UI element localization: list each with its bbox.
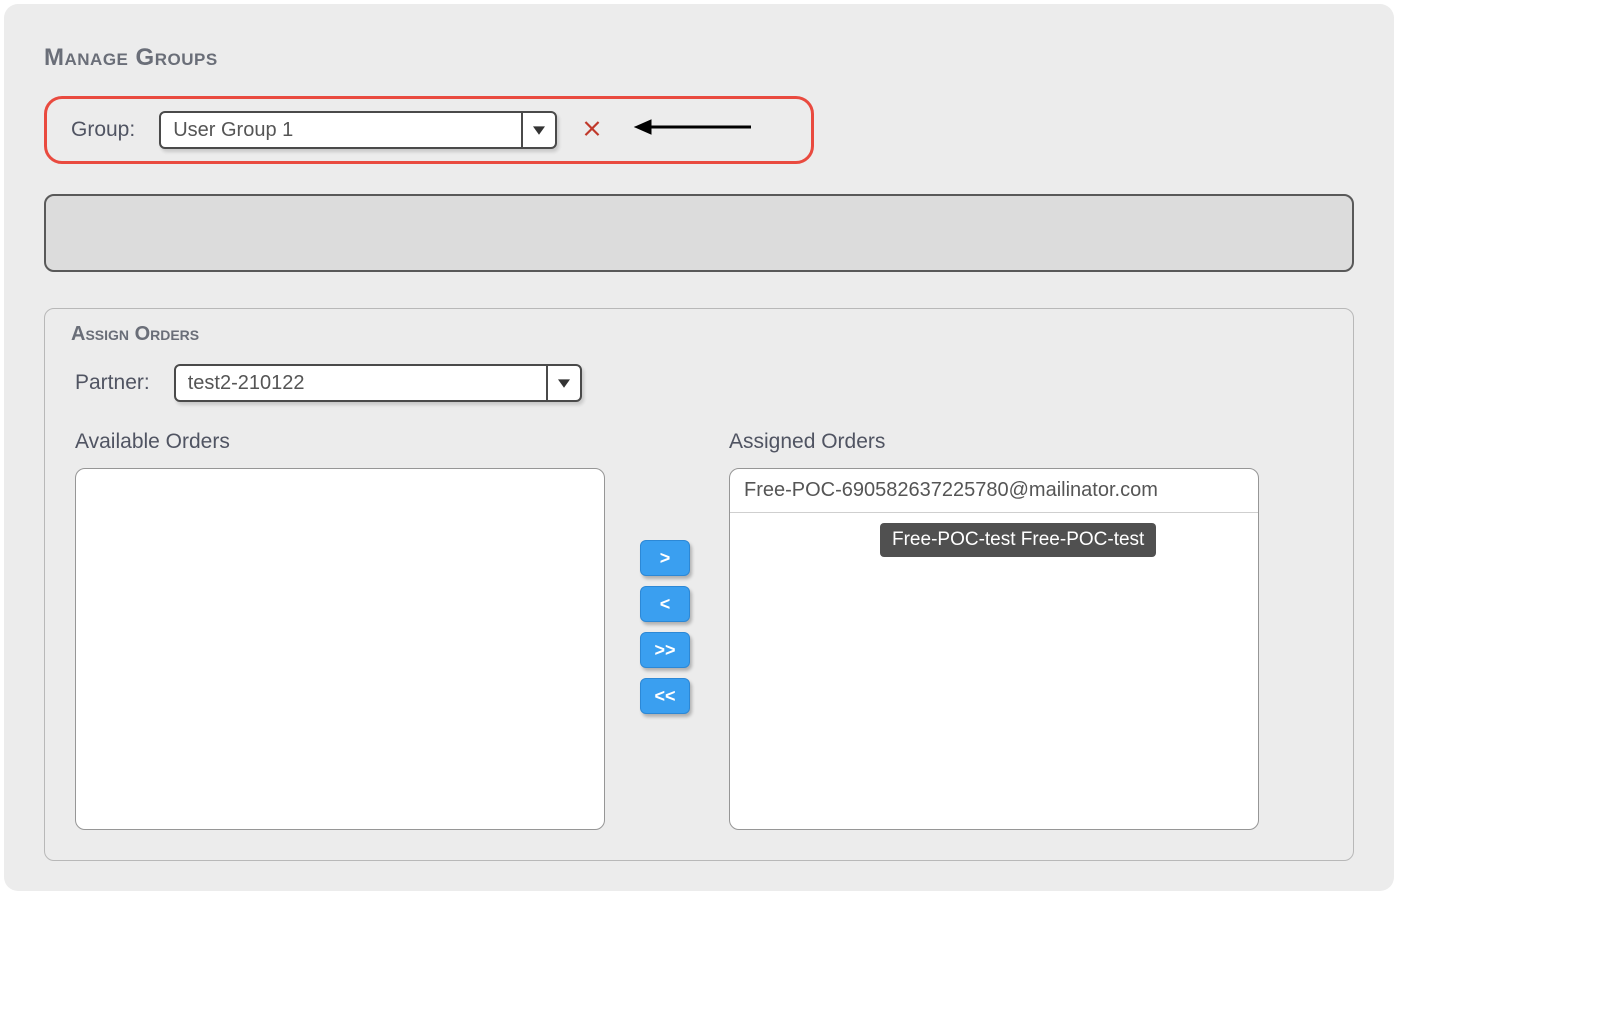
group-select-value: User Group 1 xyxy=(161,113,521,147)
chevron-down-icon xyxy=(558,372,570,395)
move-all-right-button[interactable]: >> xyxy=(640,632,690,668)
list-item[interactable]: Free-POC-690582637225780@mailinator.com xyxy=(730,469,1258,513)
partner-select-value: test2-210122 xyxy=(176,366,546,400)
group-label: Group: xyxy=(71,118,135,142)
manage-groups-page: Manage Groups Group: User Group 1 xyxy=(4,4,1394,891)
partner-select[interactable]: test2-210122 xyxy=(174,364,582,402)
assigned-orders-label: Assigned Orders xyxy=(729,430,1259,454)
chevron-down-icon xyxy=(533,119,545,142)
assign-orders-panel: Assign Orders Partner: test2-210122 Avai… xyxy=(44,308,1354,861)
partner-select-dropdown-button[interactable] xyxy=(546,366,580,400)
annotation-arrow xyxy=(633,117,753,143)
order-tooltip: Free-POC-test Free-POC-test xyxy=(880,523,1156,557)
delete-group-button[interactable] xyxy=(581,116,603,144)
partner-row: Partner: test2-210122 xyxy=(71,364,1327,402)
transfer-buttons: > < >> << xyxy=(605,430,725,714)
arrow-left-icon xyxy=(633,117,753,143)
page-title: Manage Groups xyxy=(44,44,1354,72)
assigned-orders-listbox[interactable]: Free-POC-690582637225780@mailinator.com F… xyxy=(729,468,1259,830)
assign-orders-title: Assign Orders xyxy=(71,323,1327,346)
dual-list: Available Orders > < >> << Assigned Orde… xyxy=(71,430,1327,830)
move-left-button[interactable]: < xyxy=(640,586,690,622)
group-select-dropdown-button[interactable] xyxy=(521,113,555,147)
assigned-orders-column: Assigned Orders Free-POC-690582637225780… xyxy=(729,430,1259,830)
close-icon xyxy=(581,116,603,144)
move-right-button[interactable]: > xyxy=(640,540,690,576)
group-select[interactable]: User Group 1 xyxy=(159,111,557,149)
partner-label: Partner: xyxy=(75,371,150,395)
notification-panel xyxy=(44,194,1354,272)
available-orders-column: Available Orders xyxy=(75,430,605,830)
move-all-left-button[interactable]: << xyxy=(640,678,690,714)
available-orders-listbox[interactable] xyxy=(75,468,605,830)
group-selector-highlight: Group: User Group 1 xyxy=(44,96,814,164)
available-orders-label: Available Orders xyxy=(75,430,605,454)
